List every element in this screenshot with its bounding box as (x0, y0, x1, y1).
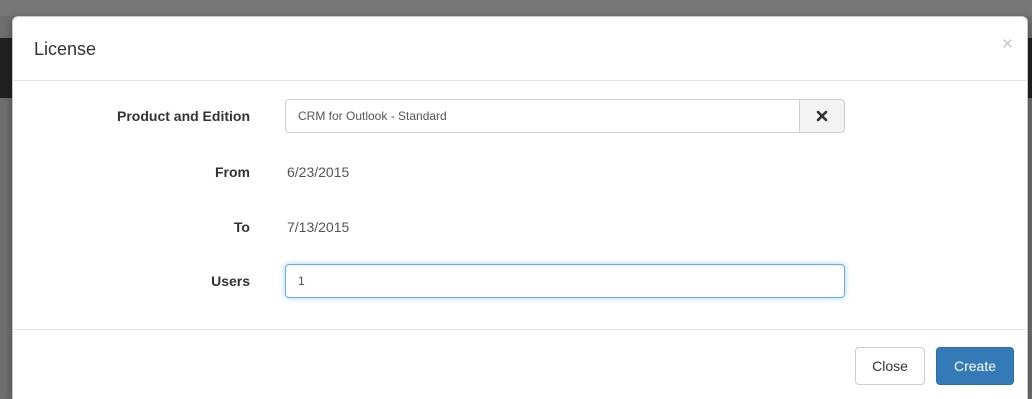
users-label: Users (211, 273, 250, 289)
form-row-from: From 6/23/2015 (13, 155, 1027, 189)
modal-header: License × (13, 17, 1027, 81)
create-button[interactable]: Create (936, 347, 1014, 385)
form-row-users: Users (13, 264, 1027, 298)
clear-product-button[interactable] (799, 99, 845, 133)
product-label: Product and Edition (117, 108, 250, 124)
from-label: From (215, 164, 250, 180)
users-input[interactable] (285, 264, 845, 298)
page-backdrop-dark-right (1028, 38, 1032, 98)
from-value: 6/23/2015 (287, 164, 350, 180)
form-row-product: Product and Edition (13, 99, 1027, 133)
modal-footer: Close Create (13, 329, 1027, 399)
close-button[interactable]: Close (855, 347, 925, 385)
product-input[interactable] (285, 99, 799, 133)
form-row-to: To 7/13/2015 (13, 210, 1027, 244)
to-value: 7/13/2015 (287, 219, 350, 235)
product-input-group (285, 99, 845, 133)
close-icon[interactable]: × (1002, 35, 1013, 55)
to-label: To (233, 219, 250, 235)
page-backdrop (0, 0, 1032, 16)
modal-title: License (34, 39, 97, 59)
modal-body: Product and Edition From 6/23/2015 To 7/… (13, 81, 1027, 329)
license-modal: License × Product and Edition From 6/23/… (12, 16, 1028, 399)
times-icon (816, 110, 828, 122)
